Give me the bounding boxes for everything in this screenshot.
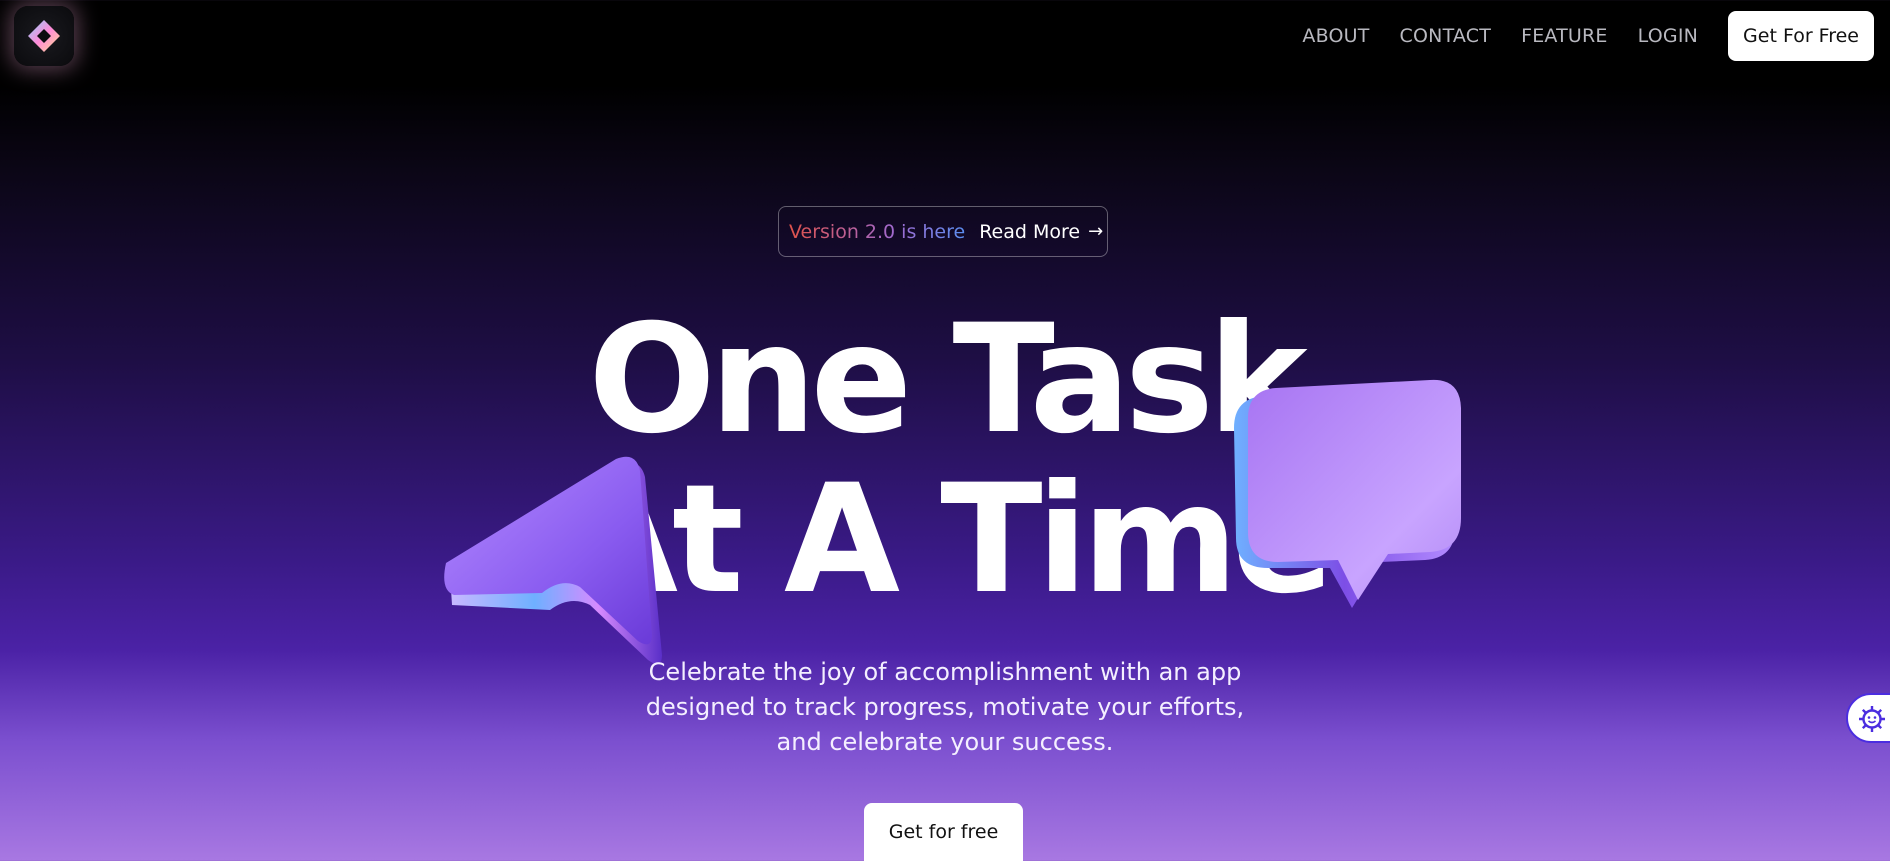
nav-links: ABOUT CONTACT FEATURE LOGIN Get For Free (1272, 11, 1874, 61)
floating-settings-button[interactable] (1846, 693, 1890, 743)
read-more-label: Read More (979, 220, 1081, 243)
nav-link-about[interactable]: ABOUT (1302, 25, 1369, 47)
speech-bubble-3d-icon (1234, 379, 1461, 608)
get-for-free-nav-button[interactable]: Get For Free (1728, 11, 1874, 61)
arrow-right-icon: → (1088, 221, 1104, 242)
nav-link-contact[interactable]: CONTACT (1400, 25, 1492, 47)
hero-subtext: Celebrate the joy of accomplishment with… (645, 658, 1245, 756)
top-nav: ABOUT CONTACT FEATURE LOGIN Get For Free (0, 0, 1890, 72)
cursor-arrow-3d-icon (444, 456, 662, 664)
diamond-logo-icon (28, 20, 60, 52)
hero-headline-line1: One Task (588, 293, 1308, 467)
logo[interactable] (14, 6, 74, 66)
get-for-free-hero-button[interactable]: Get for free (864, 803, 1023, 861)
nav-link-feature[interactable]: FEATURE (1521, 25, 1608, 47)
hero-headline-line2: At A Time (561, 453, 1334, 627)
version-text: Version 2.0 is here (789, 220, 966, 243)
read-more-link[interactable]: Read More → (979, 221, 1103, 243)
nav-link-login[interactable]: LOGIN (1638, 25, 1698, 47)
version-announcement-pill: Version 2.0 is here Read More → (778, 206, 1108, 257)
gear-face-icon (1859, 706, 1885, 732)
